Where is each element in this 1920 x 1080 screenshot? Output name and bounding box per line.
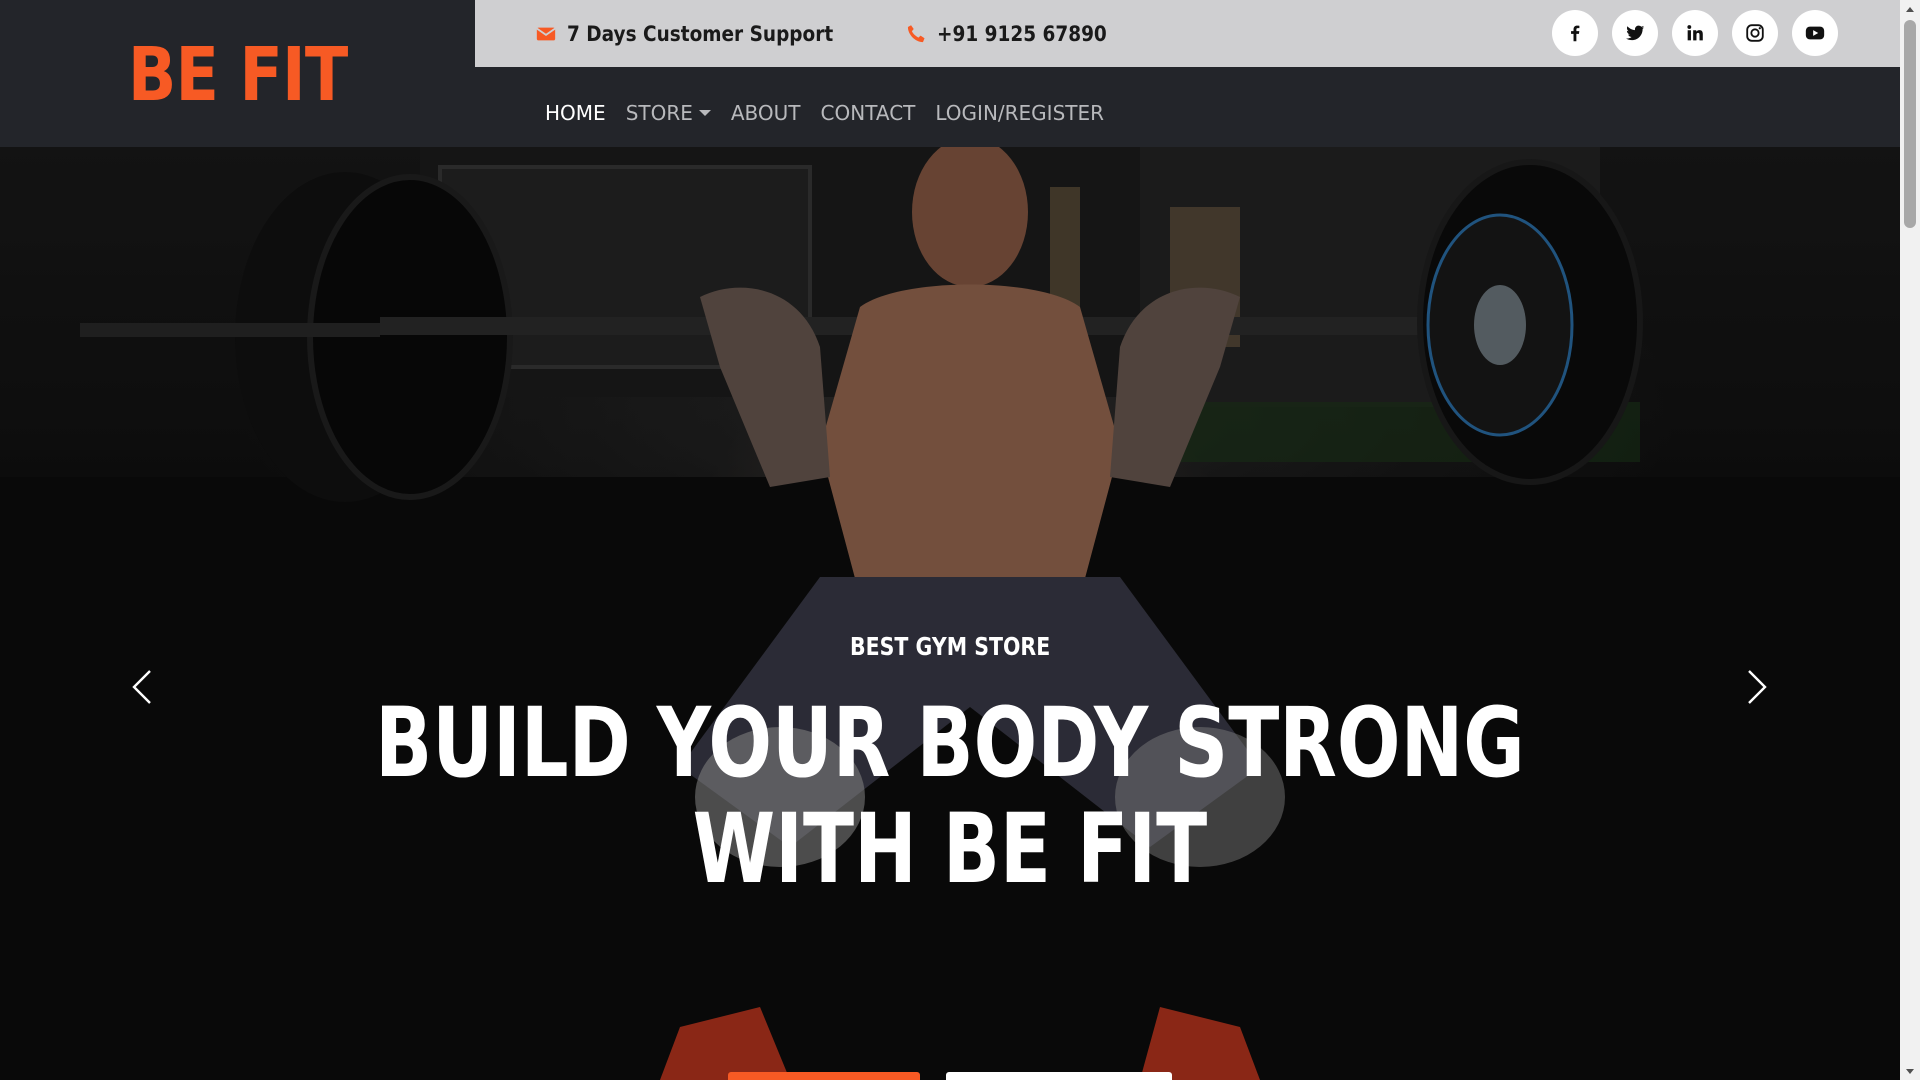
nav-store-label: STORE	[625, 101, 693, 125]
phone-text[interactable]: +91 9125 67890	[937, 22, 1107, 46]
nav-contact[interactable]: CONTACT	[821, 101, 916, 125]
facebook-button[interactable]	[1552, 10, 1598, 56]
twitter-icon	[1626, 25, 1645, 41]
hero-overlay	[0, 147, 1900, 1080]
scroll-down-arrow-icon[interactable]	[1900, 1063, 1920, 1080]
hero-title: BUILD YOUR BODY STRONG WITH BE FIT	[0, 690, 1900, 902]
main-nav: HOME STORE ABOUT CONTACT LOGIN/REGISTER	[475, 67, 1900, 147]
page-scrollbar[interactable]	[1900, 0, 1920, 1080]
instagram-icon	[1746, 24, 1764, 42]
scrollbar-thumb[interactable]	[1904, 20, 1916, 228]
hero-subtitle-text: BEST GYM STORE	[849, 632, 1051, 661]
hero-title-line-1: BUILD YOUR BODY STRONG	[375, 687, 1525, 799]
topbar: 7 Days Customer Support +91 9125 67890	[475, 0, 1900, 67]
twitter-button[interactable]	[1612, 10, 1658, 56]
hero-secondary-button[interactable]	[946, 1072, 1172, 1080]
phone-icon	[905, 23, 927, 45]
youtube-icon	[1805, 26, 1825, 40]
nav-about[interactable]: ABOUT	[731, 101, 801, 125]
nav-home[interactable]: HOME	[545, 101, 606, 125]
brand-panel: BE FIT	[0, 0, 475, 147]
brand-logo[interactable]: BE FIT	[128, 32, 348, 118]
phone-contact: +91 9125 67890	[905, 22, 1130, 46]
hero-carousel	[0, 147, 1900, 1080]
hero-primary-button[interactable]	[728, 1072, 920, 1080]
nav-store[interactable]: STORE	[626, 101, 711, 125]
scroll-up-arrow-icon[interactable]	[1900, 0, 1920, 17]
youtube-button[interactable]	[1792, 10, 1838, 56]
facebook-icon	[1571, 25, 1580, 42]
support-text: 7 Days Customer Support	[567, 21, 834, 46]
instagram-button[interactable]	[1732, 10, 1778, 56]
linkedin-icon	[1687, 25, 1703, 41]
hero-subtitle: BEST GYM STORE	[0, 632, 1900, 661]
caret-down-icon	[698, 110, 711, 116]
hero-title-line-2: WITH BE FIT	[692, 793, 1208, 905]
social-links	[1552, 10, 1838, 56]
envelope-icon	[535, 23, 557, 45]
nav-login-register[interactable]: LOGIN/REGISTER	[935, 101, 1104, 125]
support-contact: 7 Days Customer Support	[535, 22, 869, 46]
linkedin-button[interactable]	[1672, 10, 1718, 56]
